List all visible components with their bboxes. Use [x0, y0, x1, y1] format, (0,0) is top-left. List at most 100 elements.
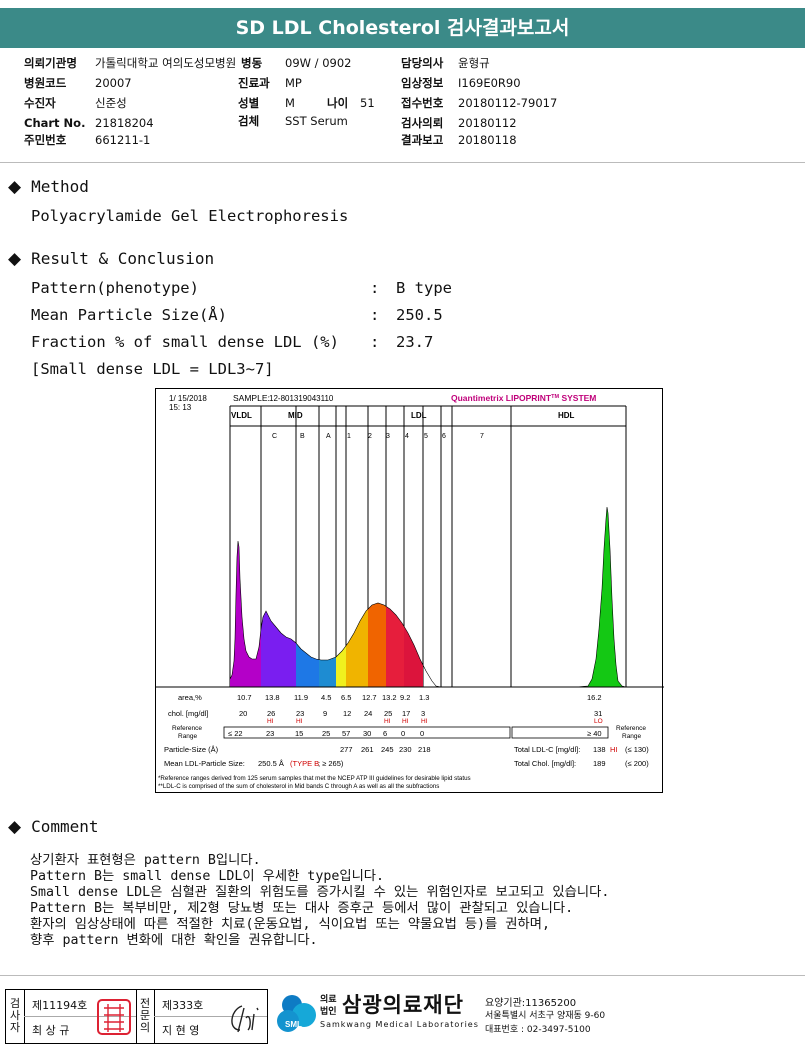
clinical-info-value: I169E0R90: [458, 76, 521, 90]
chol-flag: HI: [384, 718, 391, 725]
report-time: 15: 13: [169, 403, 192, 412]
comment-line: 상기환자 표현형은 pattern B입니다.: [30, 853, 261, 868]
area-value: 11.9: [294, 693, 308, 702]
chart-no-value: 21818204: [95, 116, 154, 130]
comment-line: 향후 pattern 변화에 대한 확인을 권유합니다.: [30, 933, 318, 948]
band-fill: [319, 657, 336, 687]
report-date-value: 20180118: [458, 133, 517, 147]
chol-hdl-value: 31: [594, 709, 602, 718]
mean-size-type: (TYPE B: [290, 759, 319, 768]
band-sublabel: B: [300, 433, 305, 440]
request-date-label: 검사의뢰: [401, 116, 444, 130]
chol-value: 12: [343, 709, 351, 718]
hospital-code-label: 병원코드: [24, 76, 67, 90]
area-label: area,%: [178, 693, 202, 702]
chol-value: 24: [364, 709, 372, 718]
band-fill: [296, 643, 319, 687]
ref-value: 30: [363, 729, 371, 738]
total-ldl-value: 138: [593, 745, 606, 754]
doctor-value: 윤형규: [458, 56, 490, 70]
band-sublabel: 6: [442, 433, 446, 440]
ref-value: 15: [295, 729, 303, 738]
ref-hdl-value: ≥ 40: [587, 729, 602, 738]
lipoprint-graphic: 1/ 15/2018 15: 13 SAMPLE: 12-80131904311…: [156, 393, 664, 790]
expert-license: 제333호: [162, 999, 204, 1012]
method-heading: ◆ Method: [8, 177, 89, 197]
result-particle-label: Mean Particle Size(Å): [31, 306, 227, 324]
ref-value: 23: [266, 729, 274, 738]
area-value: 6.5: [341, 693, 351, 702]
colon: :: [370, 306, 380, 324]
band-label-mid: MID: [288, 411, 303, 420]
institution-value: 가톨릭대학교 여의도성모병원: [95, 56, 237, 70]
brand-label: Quantimetrix LIPOPRINTTM SYSTEM: [451, 393, 596, 403]
ref-value: 0: [420, 729, 424, 738]
result-fraction-label: Fraction % of small dense LDL (%): [31, 333, 339, 351]
org-eng: Samkwang Medical Laboratories: [320, 1020, 479, 1029]
chol-flag: HI: [402, 718, 409, 725]
band-label-hdl: HDL: [558, 411, 575, 420]
result-heading-text: Result & Conclusion: [31, 249, 215, 268]
total-chol-ref: (≤ 200): [625, 759, 649, 768]
colon: :: [370, 333, 380, 351]
method-heading-text: Method: [31, 177, 89, 196]
area-value: 13.8: [265, 693, 280, 702]
diamond-bullet-icon: ◆: [8, 249, 22, 269]
particle-size-value: 218: [418, 745, 431, 754]
tester-seal-icon: [97, 999, 131, 1035]
footnote: *Reference ranges derived from 125 serum…: [158, 775, 471, 782]
sex-value: M: [285, 96, 295, 110]
signature-box: 검사자 제11194호 최 상 규 전문의 제333호 지 현 영: [5, 989, 268, 1044]
ref-value: 25: [322, 729, 330, 738]
area-hdl-value: 16.2: [587, 693, 602, 702]
sex-label: 성별: [238, 96, 260, 110]
receipt-value: 20180112-79017: [458, 96, 558, 110]
chol-value: 23: [296, 709, 304, 718]
expert-name: 지 현 영: [162, 1024, 200, 1037]
band-fill: [386, 606, 404, 687]
result-heading: ◆ Result & Conclusion: [8, 249, 214, 269]
chol-value: 20: [239, 709, 247, 718]
tester-label: 검사자: [9, 997, 21, 1034]
chol-value: 17: [402, 709, 410, 718]
colon: :: [370, 279, 380, 297]
resident-id-value: 661211-1: [95, 133, 151, 147]
total-ldl-ref: (≤ 130): [625, 745, 649, 754]
band-sublabel: C: [272, 433, 277, 440]
comment-line: 환자의 임상상태에 따른 적절한 치료(운동요법, 식이요법 또는 약물요법 등…: [30, 917, 550, 932]
chart-no-label: Chart No.: [24, 116, 86, 130]
ref-label-right: Range: [622, 733, 642, 740]
mean-size-ref: ; ≥ 265): [318, 759, 344, 768]
org-code: 요양기관:11365200: [485, 998, 577, 1009]
comment-heading-text: Comment: [31, 817, 99, 836]
mean-size-label: Mean LDL-Particle Size:: [164, 759, 245, 768]
report-title: SD LDL Cholesterol 검사결과보고서: [0, 8, 805, 48]
particle-size-value: 277: [340, 745, 353, 754]
lipoprint-report: 1/ 15/2018 15: 13 SAMPLE: 12-80131904311…: [155, 388, 664, 793]
area-value: 1.3: [419, 693, 429, 702]
ref-label: Range: [178, 733, 198, 740]
band-sublabel: 5: [424, 433, 428, 440]
chol-flag: HI: [296, 718, 303, 725]
org-name: 삼광의료재단: [342, 993, 464, 1017]
ref-value: 6: [383, 729, 387, 738]
band-fill: [230, 541, 261, 687]
chol-label: chol. [mg/dl]: [168, 709, 208, 718]
ref-value: ≤ 22: [228, 729, 243, 738]
comment-line: Pattern B는 small dense LDL이 우세한 type입니다.: [30, 869, 385, 884]
ref-label: Reference: [172, 725, 202, 732]
particle-size-value: 230: [399, 745, 412, 754]
org-small-2: 법인: [320, 1007, 337, 1017]
sml-logo-text: SML: [285, 1020, 302, 1029]
ref-label-right: Reference: [616, 725, 646, 732]
result-pattern-value: B type: [396, 279, 452, 297]
chol-flag: HI: [421, 718, 428, 725]
footnote: **LDL-C is comprised of the sum of chole…: [158, 783, 439, 790]
report-date: 1/ 15/2018: [169, 394, 207, 403]
particle-size-label: Particle-Size (Å): [164, 745, 219, 754]
hdl-flag: LO: [594, 718, 603, 725]
department-value: MP: [285, 76, 302, 90]
tester-name: 최 상 규: [32, 1024, 70, 1037]
department-label: 진료과: [238, 76, 270, 90]
ref-value: 57: [342, 729, 350, 738]
